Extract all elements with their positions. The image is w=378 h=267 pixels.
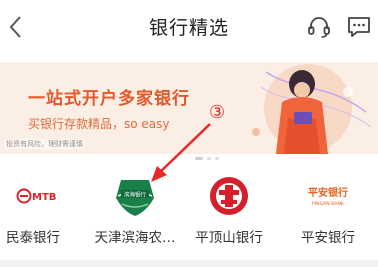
pingdingshan-bank-logo (210, 177, 248, 215)
bank-name: 民泰银行 (6, 230, 60, 246)
message-icon[interactable] (346, 14, 372, 40)
bank-name: 平顶山银行 (195, 230, 263, 246)
bank-item-pingdingshan[interactable]: 平顶山银行 (184, 172, 274, 252)
risk-disclaimer: 投资有风险，理财需谨慎 (4, 139, 85, 149)
binhai-logo-text: 滨海银行 (124, 191, 147, 199)
banner-title: 一站式开户多家银行 (28, 89, 190, 109)
mintai-bank-logo: MTB (16, 188, 56, 204)
nav-bar: 银行精选 (0, 0, 378, 56)
section-divider (0, 260, 378, 267)
bank-item-pingan[interactable]: 平安银行 PINGAN BANK 平安银行 (283, 172, 373, 252)
pingan-bank-logo: 平安银行 PINGAN BANK (308, 186, 348, 207)
bank-item-mintai[interactable]: MTB 民泰银行 (0, 172, 78, 252)
mintai-logo-text: MTB (32, 192, 56, 203)
bank-name: 平安银行 (301, 230, 355, 246)
customer-service-icon[interactable] (306, 14, 332, 40)
tianjin-binhai-bank-logo: 滨海银行 (116, 180, 154, 216)
banner-illustration (252, 64, 372, 154)
pingan-logo-text: 平安银行 (308, 186, 348, 199)
pingan-logo-subtext: PINGAN BANK (312, 201, 345, 207)
bank-item-tianjin-binhai[interactable]: 滨海银行 天津滨海农… (90, 172, 180, 252)
bank-name: 天津滨海农… (94, 230, 176, 246)
